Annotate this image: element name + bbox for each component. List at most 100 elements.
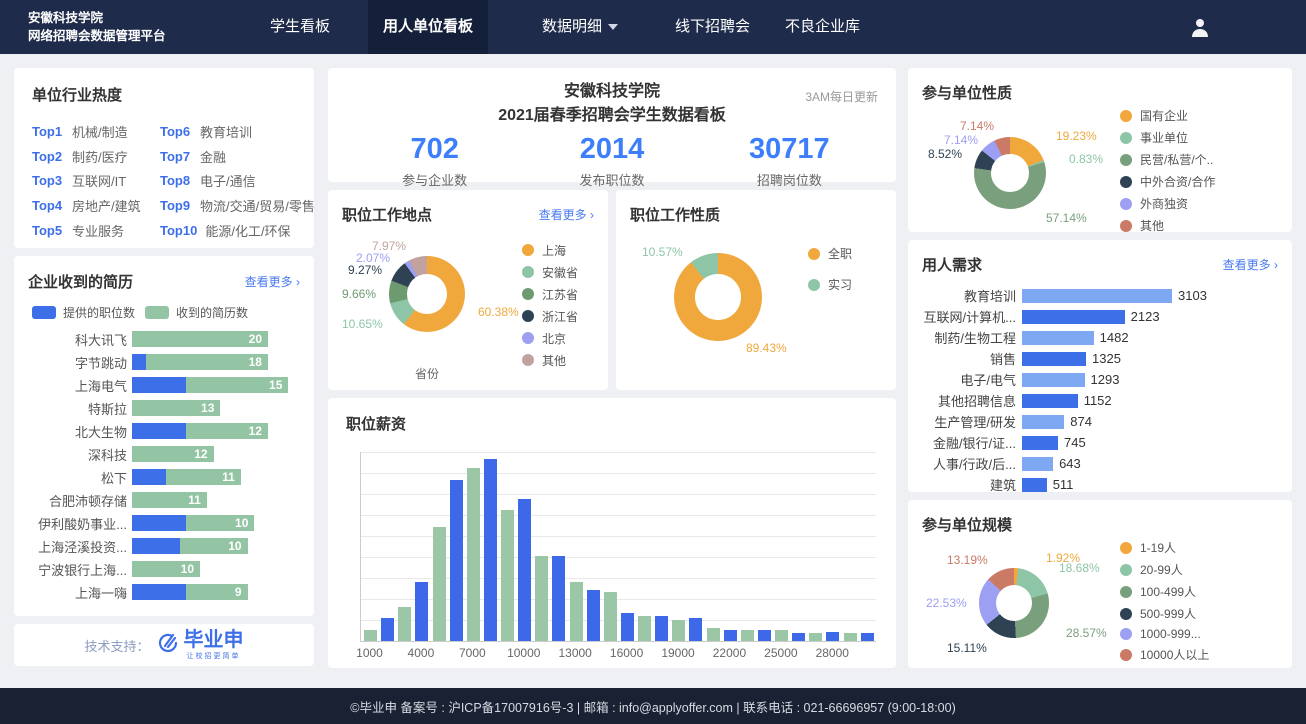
x-tick-label: 16000: [610, 646, 643, 660]
industry-name-label: 电子/通信: [200, 171, 256, 190]
demand-label: 教育培训: [922, 286, 1022, 305]
stat-positions: 2014发布职位数: [523, 132, 700, 189]
demand-more-link[interactable]: 查看更多 ›: [1223, 256, 1278, 273]
company-label: 深科技: [28, 445, 132, 464]
demand-label: 生产管理/研发: [922, 412, 1022, 431]
positions-bar-segment: [132, 584, 186, 600]
industry-rank-label: Top9: [160, 198, 192, 213]
stacked-bar: 15: [132, 377, 288, 393]
donut-hole: [407, 274, 447, 314]
legend-item[interactable]: 安徽省: [522, 264, 594, 281]
resumes-legend-item[interactable]: 提供的职位数: [32, 304, 135, 321]
salary-bar: [672, 620, 685, 641]
resumes-bar-segment: 15: [186, 377, 288, 393]
legend-item[interactable]: 1-19人: [1120, 539, 1278, 556]
company-label: 上海一嗨: [28, 583, 132, 602]
resumes-bar-segment: 10: [180, 538, 248, 554]
demand-label: 金融/银行/证...: [922, 433, 1022, 452]
legend-item[interactable]: 上海: [522, 242, 594, 259]
legend-item[interactable]: 20-99人: [1120, 561, 1278, 578]
footer-text: ©毕业申 备案号 : 沪ICP备17007916号-3 | 邮箱 : info@…: [350, 697, 956, 716]
legend-item[interactable]: 1000-999...: [1120, 627, 1278, 641]
legend-item[interactable]: 500-999人: [1120, 605, 1278, 622]
legend-item[interactable]: 10000人以上: [1120, 646, 1278, 663]
legend-dot: [808, 248, 820, 260]
legend-label: 国有企业: [1140, 107, 1188, 124]
stacked-bar: 11: [132, 469, 241, 485]
legend-item[interactable]: 浙江省: [522, 308, 594, 325]
resume-bar-row: 科大讯飞20: [28, 331, 300, 347]
industry-rank-label: Top8: [160, 173, 192, 188]
salary-bar: [655, 616, 668, 641]
industry-name-label: 制药/医疗: [72, 147, 128, 166]
demand-label: 其他招聘信息: [922, 391, 1022, 410]
legend-item[interactable]: 中外合资/合作: [1120, 173, 1278, 190]
chevron-down-icon: [608, 24, 618, 30]
resumes-legend-item[interactable]: 收到的简历数: [145, 304, 248, 321]
unit-nature-donut: 19.23%0.83%57.14%8.52%7.14%7.14%: [922, 107, 1120, 229]
demand-bar-row: 人事/行政/后...643: [922, 453, 1278, 474]
resumes-card: 企业收到的简历 查看更多 › 提供的职位数收到的简历数 科大讯飞20字节跳动18…: [14, 256, 314, 616]
demand-label: 制药/生物工程: [922, 328, 1022, 347]
salary-bar: [587, 590, 600, 641]
demand-label: 人事/行政/后...: [922, 454, 1022, 473]
x-tick-label: 22000: [713, 646, 746, 660]
industry-rank-label: Top10: [160, 223, 197, 238]
resume-bar-row: 上海泾溪投资...10: [28, 538, 300, 554]
industry-heat-title: 单位行业热度: [32, 84, 296, 105]
job-type-title: 职位工作性质: [630, 204, 720, 225]
nav-tab-employer-board[interactable]: 用人单位看板: [368, 0, 488, 54]
industry-name-label: 物流/交通/贸易/零售: [200, 196, 315, 215]
legend-item[interactable]: 其他: [522, 352, 594, 369]
brand-line1: 安徽科技学院: [28, 9, 166, 27]
donut-pct-label: 57.14%: [1046, 211, 1087, 225]
nav-tab-student-board[interactable]: 学生看板: [270, 0, 330, 54]
legend-item[interactable]: 国有企业: [1120, 107, 1278, 124]
salary-bar: [433, 527, 446, 641]
job-location-more-link[interactable]: 查看更多 ›: [539, 206, 594, 223]
legend-item[interactable]: 实习: [808, 276, 882, 293]
resumes-bar-segment: 11: [166, 469, 241, 485]
brand-line2: 网络招聘会数据管理平台: [28, 27, 166, 45]
user-avatar-icon[interactable]: [1188, 15, 1212, 39]
x-tick-label: 7000: [459, 646, 486, 660]
job-type-card: 职位工作性质 89.43%10.57% 全职实习: [616, 190, 896, 390]
legend-item[interactable]: 其他: [1120, 217, 1278, 234]
legend-label: 500-999人: [1140, 605, 1196, 622]
positions-bar-segment: [132, 538, 180, 554]
stat-companies: 702参与企业数: [346, 132, 523, 189]
legend-item[interactable]: 事业单位: [1120, 129, 1278, 146]
donut-hole: [991, 154, 1028, 191]
industry-name-label: 教育培训: [200, 122, 252, 141]
industry-rank-label: Top4: [32, 198, 64, 213]
resumes-title: 企业收到的简历: [28, 271, 133, 292]
legend-label: 1-19人: [1140, 539, 1176, 556]
donut-pct-label: 28.57%: [1066, 626, 1107, 640]
salary-bar: [467, 468, 480, 641]
resume-bar-row: 特斯拉13: [28, 400, 300, 416]
legend-item[interactable]: 100-499人: [1120, 583, 1278, 600]
demand-bar: [1022, 289, 1172, 303]
legend-dot: [1120, 586, 1132, 598]
legend-item[interactable]: 江苏省: [522, 286, 594, 303]
salary-bar: [826, 632, 839, 642]
resumes-bar-segment: 20: [132, 331, 268, 347]
resume-bar-row: 深科技12: [28, 446, 300, 462]
legend-dot: [1120, 608, 1132, 620]
industry-rank-item: Top6教育培训: [160, 119, 315, 144]
legend-item[interactable]: 全职: [808, 245, 882, 262]
nav-tab-bad-company[interactable]: 不良企业库: [785, 0, 860, 54]
x-tick-label: 10000: [507, 646, 540, 660]
legend-item[interactable]: 北京: [522, 330, 594, 347]
industry-rank-item: Top7金融: [160, 144, 315, 169]
legend-item[interactable]: 外商独资: [1120, 195, 1278, 212]
resumes-more-link[interactable]: 查看更多 ›: [245, 273, 300, 290]
salary-plot-area: [360, 452, 876, 642]
legend-item[interactable]: 民营/私营/个..: [1120, 151, 1278, 168]
legend-dot: [808, 279, 820, 291]
industry-name-label: 能源/化工/环保: [205, 221, 290, 240]
stacked-bar: 10: [132, 538, 248, 554]
nav-tab-data-detail[interactable]: 数据明细: [542, 0, 618, 54]
nav-tab-offline-fair[interactable]: 线下招聘会: [675, 0, 750, 54]
salary-bar: [518, 499, 531, 642]
